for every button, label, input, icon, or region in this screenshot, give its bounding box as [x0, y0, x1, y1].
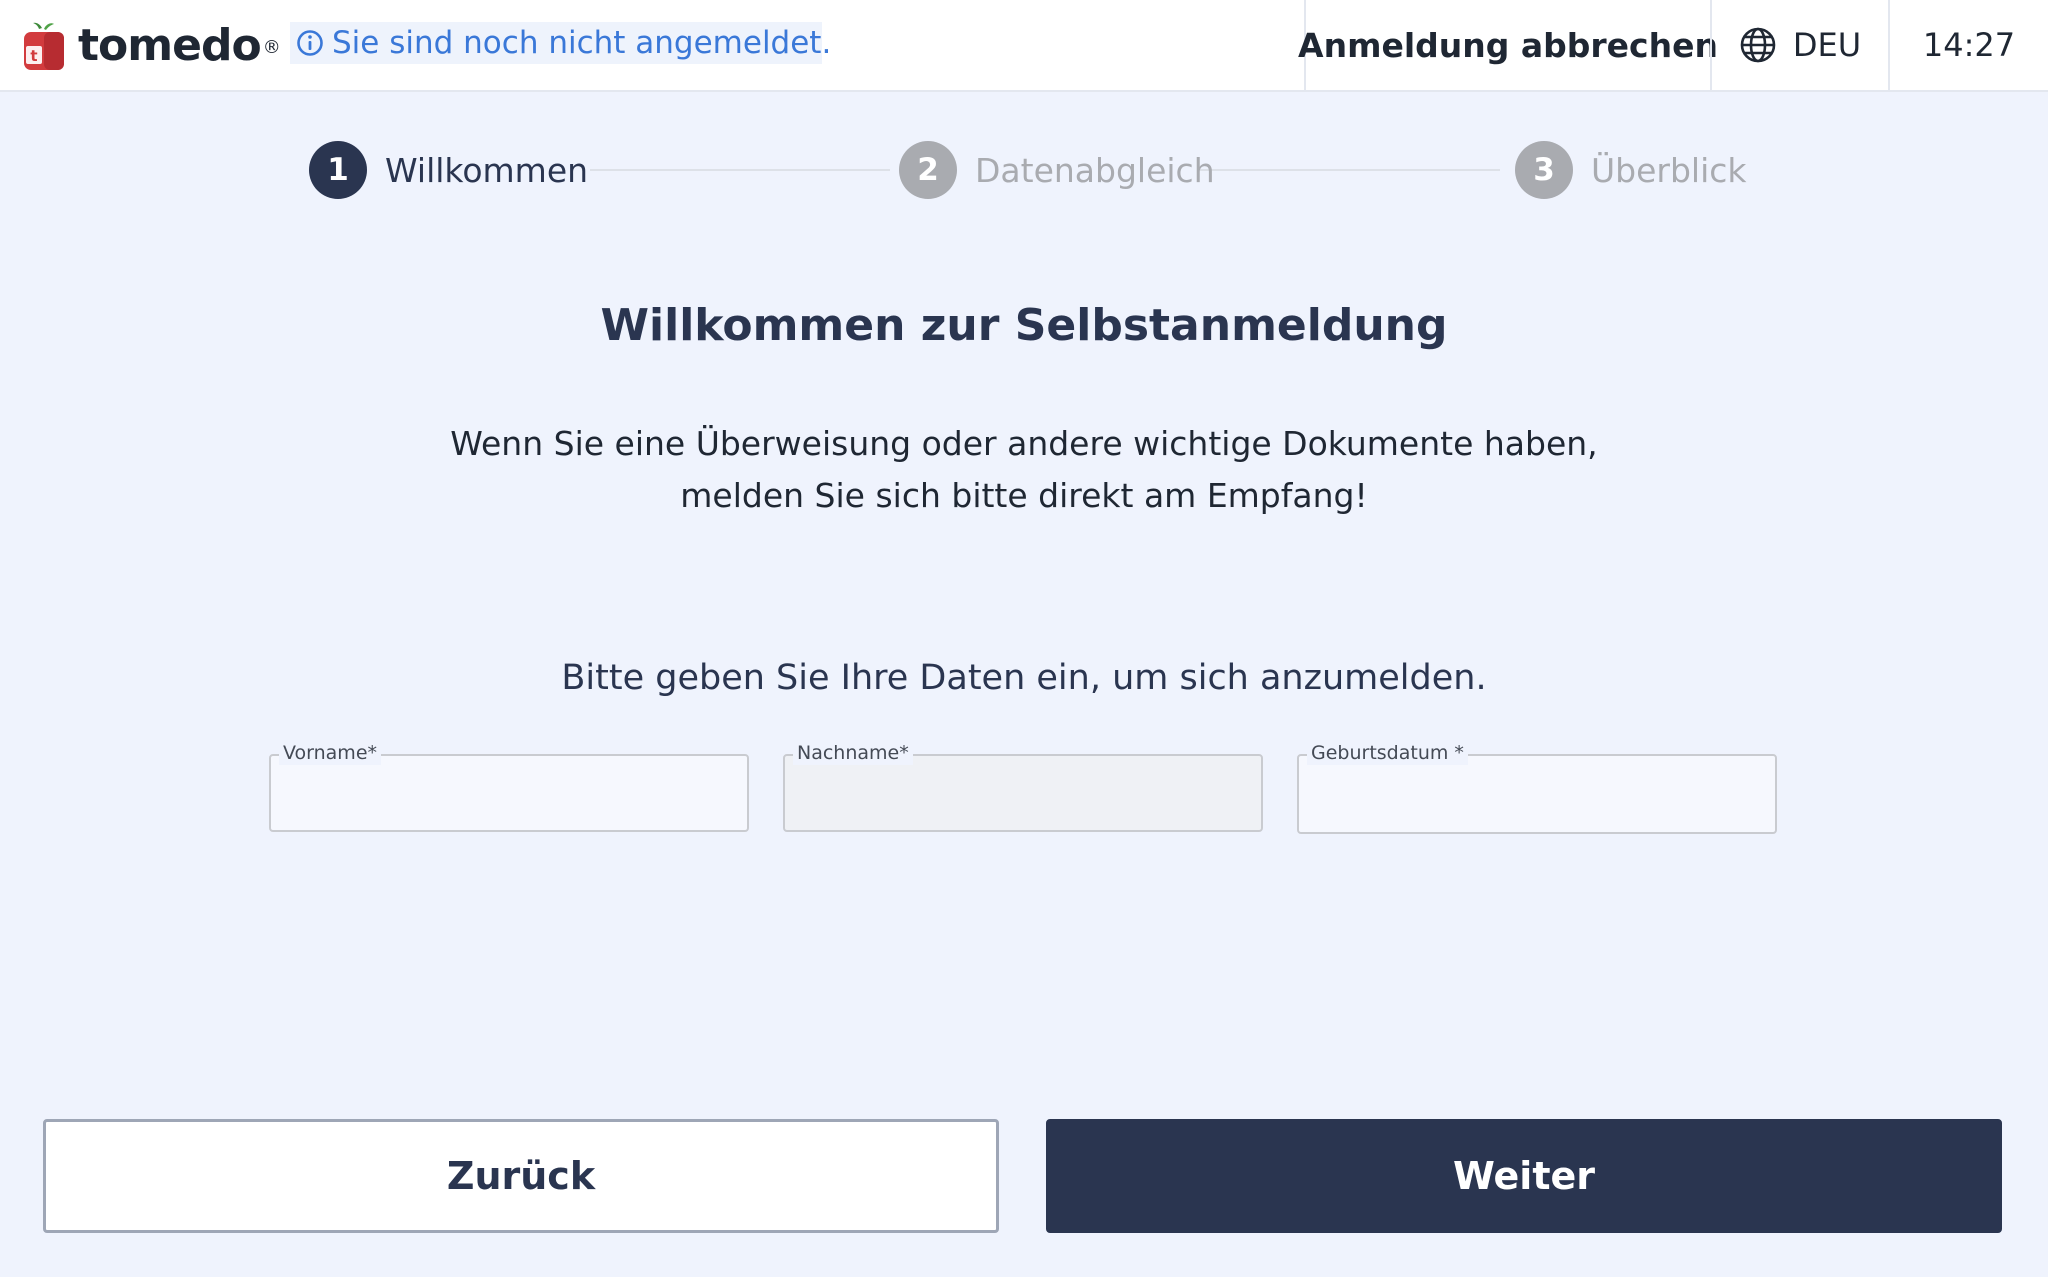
- page-title: Willkommen zur Selbstanmeldung: [600, 300, 1448, 351]
- clock: 14:27: [1888, 0, 2048, 90]
- last-name-input[interactable]: [785, 756, 1261, 830]
- step-connector: [1200, 169, 1500, 171]
- language-selector[interactable]: DEU: [1710, 0, 1888, 90]
- birth-date-input[interactable]: [1299, 756, 1775, 832]
- step-label: Überblick: [1591, 150, 1747, 190]
- brand: t tomedo ®: [22, 18, 281, 74]
- progress-stepper: 1 Willkommen 2 Datenabgleich 3 Überblick: [0, 140, 2048, 200]
- last-name-box: [783, 754, 1263, 832]
- notice-line: Wenn Sie eine Überweisung oder andere wi…: [450, 424, 1598, 463]
- step-number: 3: [1515, 141, 1573, 199]
- top-bar: t tomedo ® Sie sind noch nicht angemeldet…: [0, 0, 2048, 92]
- step-connector: [590, 169, 890, 171]
- next-button-label: Weiter: [1452, 1154, 1596, 1198]
- form-prompt: Bitte geben Sie Ihre Daten ein, um sich …: [561, 658, 1487, 698]
- first-name-label: Vorname*: [279, 741, 382, 765]
- step-data-matching: 2 Datenabgleich: [899, 140, 1215, 200]
- login-status-banner: Sie sind noch nicht angemeldet.: [290, 22, 831, 64]
- birth-date-box: [1297, 754, 1777, 834]
- language-code: DEU: [1792, 26, 1862, 64]
- birth-date-label: Geburtsdatum *: [1307, 741, 1468, 765]
- top-actions: Anmeldung abbrechen DEU 14:27: [1298, 0, 2048, 90]
- step-number: 2: [899, 141, 957, 199]
- referral-notice: Wenn Sie eine Überweisung oder andere wi…: [424, 418, 1624, 522]
- registered-mark: ®: [262, 37, 281, 58]
- cancel-checkin-label: Anmeldung abbrechen: [1298, 25, 1718, 65]
- step-label: Willkommen: [385, 150, 589, 190]
- logo-letter: t: [30, 47, 37, 65]
- first-name-box: [269, 754, 749, 832]
- first-name-field: Vorname*: [269, 741, 749, 832]
- step-label: Datenabgleich: [975, 150, 1215, 190]
- back-button-label: Zurück: [446, 1154, 596, 1198]
- first-name-input[interactable]: [271, 756, 747, 830]
- notice-line: melden Sie sich bitte direkt am Empfang!: [680, 476, 1368, 515]
- brand-name-text: tomedo: [78, 20, 262, 71]
- clock-time: 14:27: [1922, 26, 2016, 64]
- globe-icon: [1740, 27, 1776, 63]
- brand-name: tomedo ®: [78, 20, 281, 72]
- login-status-text: Sie sind noch nicht angemeldet.: [332, 25, 832, 61]
- back-button[interactable]: Zurück: [43, 1119, 999, 1233]
- last-name-label: Nachname*: [793, 741, 913, 765]
- birth-date-field: Geburtsdatum *: [1297, 741, 1777, 834]
- tomedo-logo-icon: t: [24, 22, 64, 70]
- next-button[interactable]: Weiter: [1046, 1119, 2002, 1233]
- step-overview: 3 Überblick: [1515, 140, 1747, 200]
- self-checkin-page: t tomedo ® Sie sind noch nicht angemeldet…: [0, 0, 2048, 1277]
- info-circle-icon: [297, 30, 323, 56]
- step-number: 1: [309, 141, 367, 199]
- cancel-checkin-button[interactable]: Anmeldung abbrechen: [1298, 0, 1718, 90]
- last-name-field: Nachname*: [783, 741, 1263, 832]
- step-welcome: 1 Willkommen: [309, 140, 588, 200]
